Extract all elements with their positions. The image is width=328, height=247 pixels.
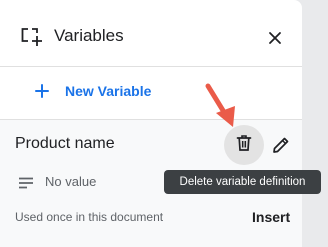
usage-text: Used once in this document [15,210,164,224]
panel-title: Variables [54,26,124,45]
trash-icon [234,133,254,158]
panel-header: Variables [0,0,302,66]
text-lines-icon [18,176,34,189]
header-divider [0,66,302,67]
new-variable-button[interactable]: New Variable [34,79,151,103]
close-icon[interactable] [264,27,286,49]
variable-name: Product name [15,135,115,152]
delete-tooltip: Delete variable definition [164,170,321,194]
arrow-pointer-icon [200,82,240,132]
variable-value: No value [45,174,97,189]
variables-panel: Variables New Variable Product name No v… [0,0,302,247]
variables-icon [20,26,44,48]
pencil-icon[interactable] [270,134,292,156]
new-variable-label: New Variable [65,83,152,99]
insert-button[interactable]: Insert [252,208,290,226]
plus-icon [34,83,50,99]
